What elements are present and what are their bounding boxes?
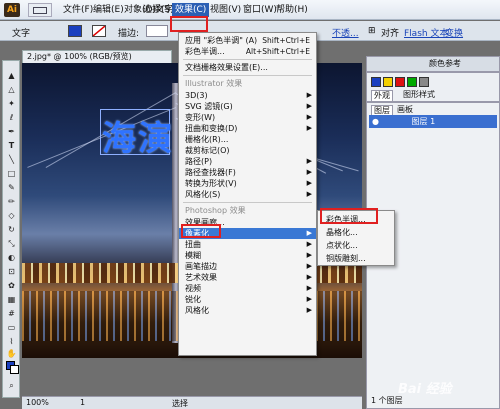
pencil-tool-icon[interactable]: ✏	[6, 197, 17, 206]
stroke-color-swatch[interactable]	[10, 365, 19, 374]
tools-panel: ▲ △ ✦ ℓ ✒ T ╲ □ ✎ ✏ ◇ ↻ ⤡ ◐ ⊡ ✿ ▦ # ▭ ⌇ …	[2, 60, 20, 398]
swatch[interactable]	[419, 77, 429, 87]
menu-item-apply-last[interactable]: 应用 "彩色半调" (A) Shift+Ctrl+E	[179, 35, 316, 46]
opacity-link[interactable]: 不透...	[332, 26, 359, 39]
artboards-tab[interactable]: 画板	[395, 105, 415, 115]
menu-item-convert-to-shape[interactable]: 转换为形状(V) ▶	[179, 178, 316, 189]
effects-menu-tail	[178, 310, 317, 356]
menu-item-stylize-ai[interactable]: 风格化(S) ▶	[179, 189, 316, 200]
menu-effect[interactable]: 效果(C)	[172, 3, 210, 17]
stroke-label: 描边:	[118, 29, 140, 39]
menu-item-warp[interactable]: 变形(W) ▶	[179, 112, 316, 123]
stroke-weight-field[interactable]	[146, 25, 168, 37]
status-mode: 选择	[172, 399, 188, 408]
eraser-tool-icon[interactable]: ◇	[6, 211, 17, 220]
magic-wand-tool-icon[interactable]: ✦	[6, 99, 17, 108]
menu-item-rasterize[interactable]: 栅格化(R)...	[179, 134, 316, 145]
annotation-pixelate	[181, 224, 221, 238]
swatch[interactable]	[395, 77, 405, 87]
eyedropper-tool-icon[interactable]: ⌇	[6, 337, 17, 346]
menu-item-svg-filters[interactable]: SVG 滤镜(G) ▶	[179, 101, 316, 112]
rectangle-tool-icon[interactable]: □	[6, 169, 17, 178]
menu-item-crystallize[interactable]: 晶格化...	[318, 227, 394, 238]
layer-row[interactable]: ● 图层 1	[369, 115, 497, 128]
canvas-text-object[interactable]: 海演	[102, 111, 174, 160]
panel-header: 颜色参考	[366, 56, 500, 72]
menu-help[interactable]: 帮助(H)	[273, 3, 311, 17]
type-tool-icon[interactable]: T	[6, 141, 17, 150]
rotate-tool-icon[interactable]: ↻	[6, 225, 17, 234]
menu-item-video[interactable]: 视频 ▶	[179, 283, 316, 294]
mesh-tool-icon[interactable]: #	[6, 309, 17, 318]
menu-item-distort-transform[interactable]: 扭曲和变换(D) ▶	[179, 123, 316, 134]
app-logo-icon: Ai	[4, 3, 20, 17]
menu-view[interactable]: 视图(V)	[207, 3, 244, 17]
paintbrush-tool-icon[interactable]: ✎	[6, 183, 17, 192]
zoom-level[interactable]: 100%	[26, 398, 49, 407]
swatch[interactable]	[383, 77, 393, 87]
lasso-tool-icon[interactable]: ℓ	[6, 113, 17, 122]
menu-item-stylize-ps[interactable]: 风格化 ▶	[179, 305, 316, 316]
menu-item-blur[interactable]: 模糊 ▶	[179, 250, 316, 261]
appearance-tab[interactable]: 外观	[371, 90, 393, 101]
align-icon: ⊞	[368, 26, 376, 36]
stroke-swatch[interactable]	[92, 25, 106, 37]
menu-item-path[interactable]: 路径(P) ▶	[179, 156, 316, 167]
menu-item-brush-strokes[interactable]: 画笔描边 ▶	[179, 261, 316, 272]
effects-menu: 应用 "彩色半调" (A) Shift+Ctrl+E 彩色半调... Alt+Shi…	[178, 32, 317, 310]
layer-name: 图层 1	[411, 117, 436, 126]
annotation-color-halftone	[320, 208, 378, 224]
flash-text-link[interactable]: Flash 文本	[404, 26, 448, 39]
menu-item-pointillize[interactable]: 点状化...	[318, 240, 394, 251]
menu-item-pathfinder[interactable]: 路径查找器(F) ▶	[179, 167, 316, 178]
gradient-tool-icon[interactable]: ▭	[6, 323, 17, 332]
graphic-styles-tab[interactable]: 图形样式	[401, 90, 437, 100]
menu-item-mezzotint[interactable]: 铜版雕刻...	[318, 253, 394, 264]
menu-item-distort[interactable]: 扭曲 ▶	[179, 239, 316, 250]
menu-item-raster-settings[interactable]: 文档栅格效果设置(E)...	[179, 62, 316, 73]
page-number[interactable]: 1	[80, 398, 85, 407]
menu-item-last-effect[interactable]: 彩色半调... Alt+Shift+Ctrl+E	[179, 46, 316, 57]
warp-tool-icon[interactable]: ◐	[6, 253, 17, 262]
direct-selection-tool-icon[interactable]: △	[6, 85, 17, 94]
no-stroke-icon	[92, 25, 106, 37]
hand-tool-icon[interactable]: ✋	[6, 349, 17, 358]
align-label[interactable]: 对齐	[381, 26, 399, 39]
line-tool-icon[interactable]: ╲	[6, 155, 17, 164]
menu-section-photoshop: Photoshop 效果	[185, 206, 246, 215]
menu-item-crop-marks[interactable]: 裁剪标记(O)	[179, 145, 316, 156]
free-transform-tool-icon[interactable]: ⊡	[6, 267, 17, 276]
menu-item-sharpen[interactable]: 锐化 ▶	[179, 294, 316, 305]
status-bar: 100% 1 选择	[22, 396, 362, 409]
menu-item-3d[interactable]: 3D(3) ▶	[179, 90, 316, 101]
arrange-documents-button[interactable]	[28, 3, 52, 17]
watermark-logo: Bai 经验	[398, 382, 452, 397]
document-tab[interactable]: 2.jpg* @ 100% (RGB/预览)	[22, 50, 172, 63]
color-guide-tab[interactable]: 颜色参考	[427, 59, 463, 69]
scale-tool-icon[interactable]: ⤡	[6, 239, 17, 248]
pen-tool-icon[interactable]: ✒	[6, 127, 17, 136]
symbol-sprayer-tool-icon[interactable]: ✿	[6, 281, 17, 290]
eye-icon[interactable]: ●	[372, 117, 379, 126]
swatch[interactable]	[407, 77, 417, 87]
graph-tool-icon[interactable]: ▦	[6, 295, 17, 304]
swatches-panel: 外观 图形样式	[366, 72, 500, 102]
swatch[interactable]	[371, 77, 381, 87]
selection-tool-icon[interactable]: ▲	[6, 71, 17, 80]
menu-section-illustrator: Illustrator 效果	[185, 79, 243, 88]
zoom-tool-icon[interactable]: ⌕	[6, 381, 17, 390]
menu-item-artistic[interactable]: 艺术效果 ▶	[179, 272, 316, 283]
type-label: 文字	[12, 29, 31, 39]
fill-swatch[interactable]	[68, 25, 82, 37]
transform-link[interactable]: 变换	[445, 26, 463, 39]
annotation-effect-menu	[170, 16, 208, 32]
